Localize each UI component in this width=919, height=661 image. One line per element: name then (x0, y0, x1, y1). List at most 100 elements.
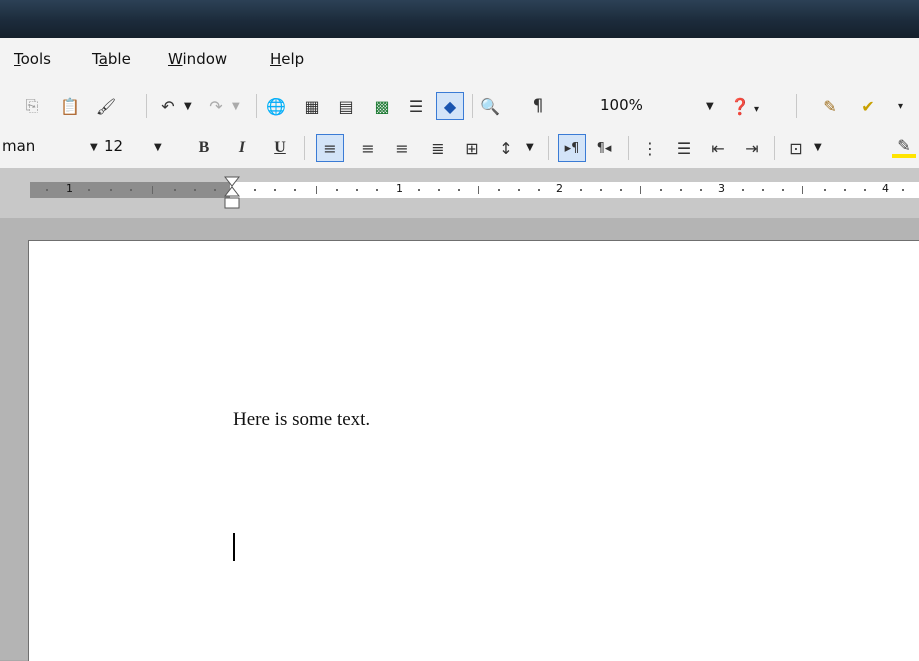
ruler-label: 2 (556, 182, 563, 195)
standard-toolbar: ⎘ 📋 🖌 ↶ ▼ ↷ ▼ 🌐 ▦ ▤ ▩ ☰ ◆ 🔍 ¶ 100% ▼ ❓ ▾… (0, 84, 919, 128)
ruler-dot (46, 189, 48, 191)
ruler-dot (458, 189, 460, 191)
show-hide-icon[interactable]: ¶ (526, 94, 550, 118)
align-right-icon[interactable]: ≡ (390, 136, 414, 160)
menu-bar: Tools Table Window Help (0, 38, 919, 84)
borders-icon[interactable]: ⊡ (784, 136, 808, 160)
redo-dropdown-icon[interactable]: ▼ (232, 101, 240, 112)
ruler-dot (600, 189, 602, 191)
ruler-dot (844, 189, 846, 191)
borders-dropdown-icon[interactable]: ▼ (814, 142, 822, 153)
toolbar-separator (774, 136, 775, 160)
toolbar-separator (548, 136, 549, 160)
ruler-dot (438, 189, 440, 191)
line-spacing-dropdown-icon[interactable]: ▼ (526, 142, 534, 153)
window-title-bar[interactable] (0, 0, 919, 38)
ruler-dot (418, 189, 420, 191)
ltr-text-icon[interactable]: ▸¶ (558, 134, 586, 162)
insert-table-icon[interactable]: ▤ (334, 94, 358, 118)
toolbar-separator (628, 136, 629, 160)
numbering-icon[interactable]: ⋮ (638, 136, 662, 160)
horizontal-ruler[interactable]: 1 1 2 3 4 (30, 182, 919, 198)
ruler-dot (538, 189, 540, 191)
paste-icon[interactable]: 📋 (58, 94, 82, 118)
ruler-dot (680, 189, 682, 191)
font-name-dropdown-icon[interactable]: ▼ (90, 142, 98, 153)
tables-borders-icon[interactable]: ▦ (300, 94, 324, 118)
toolbar-separator (304, 136, 305, 160)
format-painter-icon[interactable]: 🖌 (94, 94, 118, 118)
checkmark-icon[interactable]: ✔ (856, 94, 880, 118)
ruler-dot (254, 189, 256, 191)
underline-button[interactable]: U (268, 136, 292, 160)
check-dropdown-icon[interactable]: ▾ (898, 101, 903, 112)
ruler-dot (174, 189, 176, 191)
distributed-icon[interactable]: ⊞ (460, 136, 484, 160)
menu-table[interactable]: Table (92, 50, 131, 68)
ruler-dot (130, 189, 132, 191)
ruler-dot (864, 189, 866, 191)
ruler-dot (620, 189, 622, 191)
help-dropdown-icon[interactable]: ▾ (754, 104, 759, 115)
rtl-text-icon[interactable]: ¶◂ (592, 136, 616, 160)
line-spacing-icon[interactable]: ↕ (494, 136, 518, 160)
ruler-dot (580, 189, 582, 191)
hyperlink-icon[interactable]: 🌐 (264, 94, 288, 118)
align-center-icon[interactable]: ≡ (356, 136, 380, 160)
document-map-icon[interactable]: 🔍 (478, 94, 502, 118)
toolbar-separator (472, 94, 473, 118)
highlight-icon[interactable]: ✎ (892, 136, 916, 158)
text-cursor (233, 533, 235, 561)
ruler-dot (700, 189, 702, 191)
menu-tools[interactable]: Tools (14, 50, 51, 68)
bold-button[interactable]: B (192, 136, 216, 160)
ruler-dot (274, 189, 276, 191)
ruler-tick (640, 186, 641, 194)
undo-dropdown-icon[interactable]: ▼ (184, 101, 192, 112)
increase-indent-icon[interactable]: ⇥ (740, 136, 764, 160)
ruler-dot (660, 189, 662, 191)
ruler-tick (478, 186, 479, 194)
font-name-combo[interactable]: man (2, 137, 35, 155)
ruler-tick (152, 186, 153, 194)
indent-marker-icon[interactable] (224, 176, 240, 210)
menu-window[interactable]: Window (168, 50, 227, 68)
decrease-indent-icon[interactable]: ⇤ (706, 136, 730, 160)
ruler-dot (902, 189, 904, 191)
drawing-icon[interactable]: ◆ (436, 92, 464, 120)
toolbar-separator (256, 94, 257, 118)
toolbar-separator (146, 94, 147, 118)
insert-spreadsheet-icon[interactable]: ▩ (370, 94, 394, 118)
columns-icon[interactable]: ☰ (404, 94, 428, 118)
undo-icon[interactable]: ↶ (156, 94, 180, 118)
align-left-icon[interactable]: ≡ (316, 134, 344, 162)
ruler-label: 1 (396, 182, 403, 195)
ruler-dot (498, 189, 500, 191)
bullets-icon[interactable]: ☰ (672, 136, 696, 160)
menu-help[interactable]: Help (270, 50, 304, 68)
redo-icon[interactable]: ↷ (204, 94, 228, 118)
justify-icon[interactable]: ≣ (426, 136, 450, 160)
ruler-dot (376, 189, 378, 191)
toolbar-separator (796, 94, 797, 118)
document-text[interactable]: Here is some text. (233, 409, 370, 431)
ruler-dot (194, 189, 196, 191)
ruler-dot (356, 189, 358, 191)
font-size-dropdown-icon[interactable]: ▼ (154, 142, 162, 153)
ruler-dot (742, 189, 744, 191)
copy-icon[interactable]: ⎘ (20, 94, 44, 118)
document-page[interactable]: Here is some text. (28, 240, 919, 661)
italic-button[interactable]: I (230, 136, 254, 160)
font-size-combo[interactable]: 12 (104, 137, 123, 155)
zoom-dropdown-icon[interactable]: ▼ (706, 101, 714, 112)
help-icon[interactable]: ❓ (728, 94, 752, 118)
zoom-combo[interactable]: 100% (600, 96, 643, 114)
ruler-dot (214, 189, 216, 191)
pencil-icon[interactable]: ✎ (818, 94, 842, 118)
ruler-dot (110, 189, 112, 191)
ruler-label: 1 (66, 182, 73, 195)
ruler-tick (316, 186, 317, 194)
ruler-dot (824, 189, 826, 191)
ruler-dot (336, 189, 338, 191)
ruler-dot (782, 189, 784, 191)
